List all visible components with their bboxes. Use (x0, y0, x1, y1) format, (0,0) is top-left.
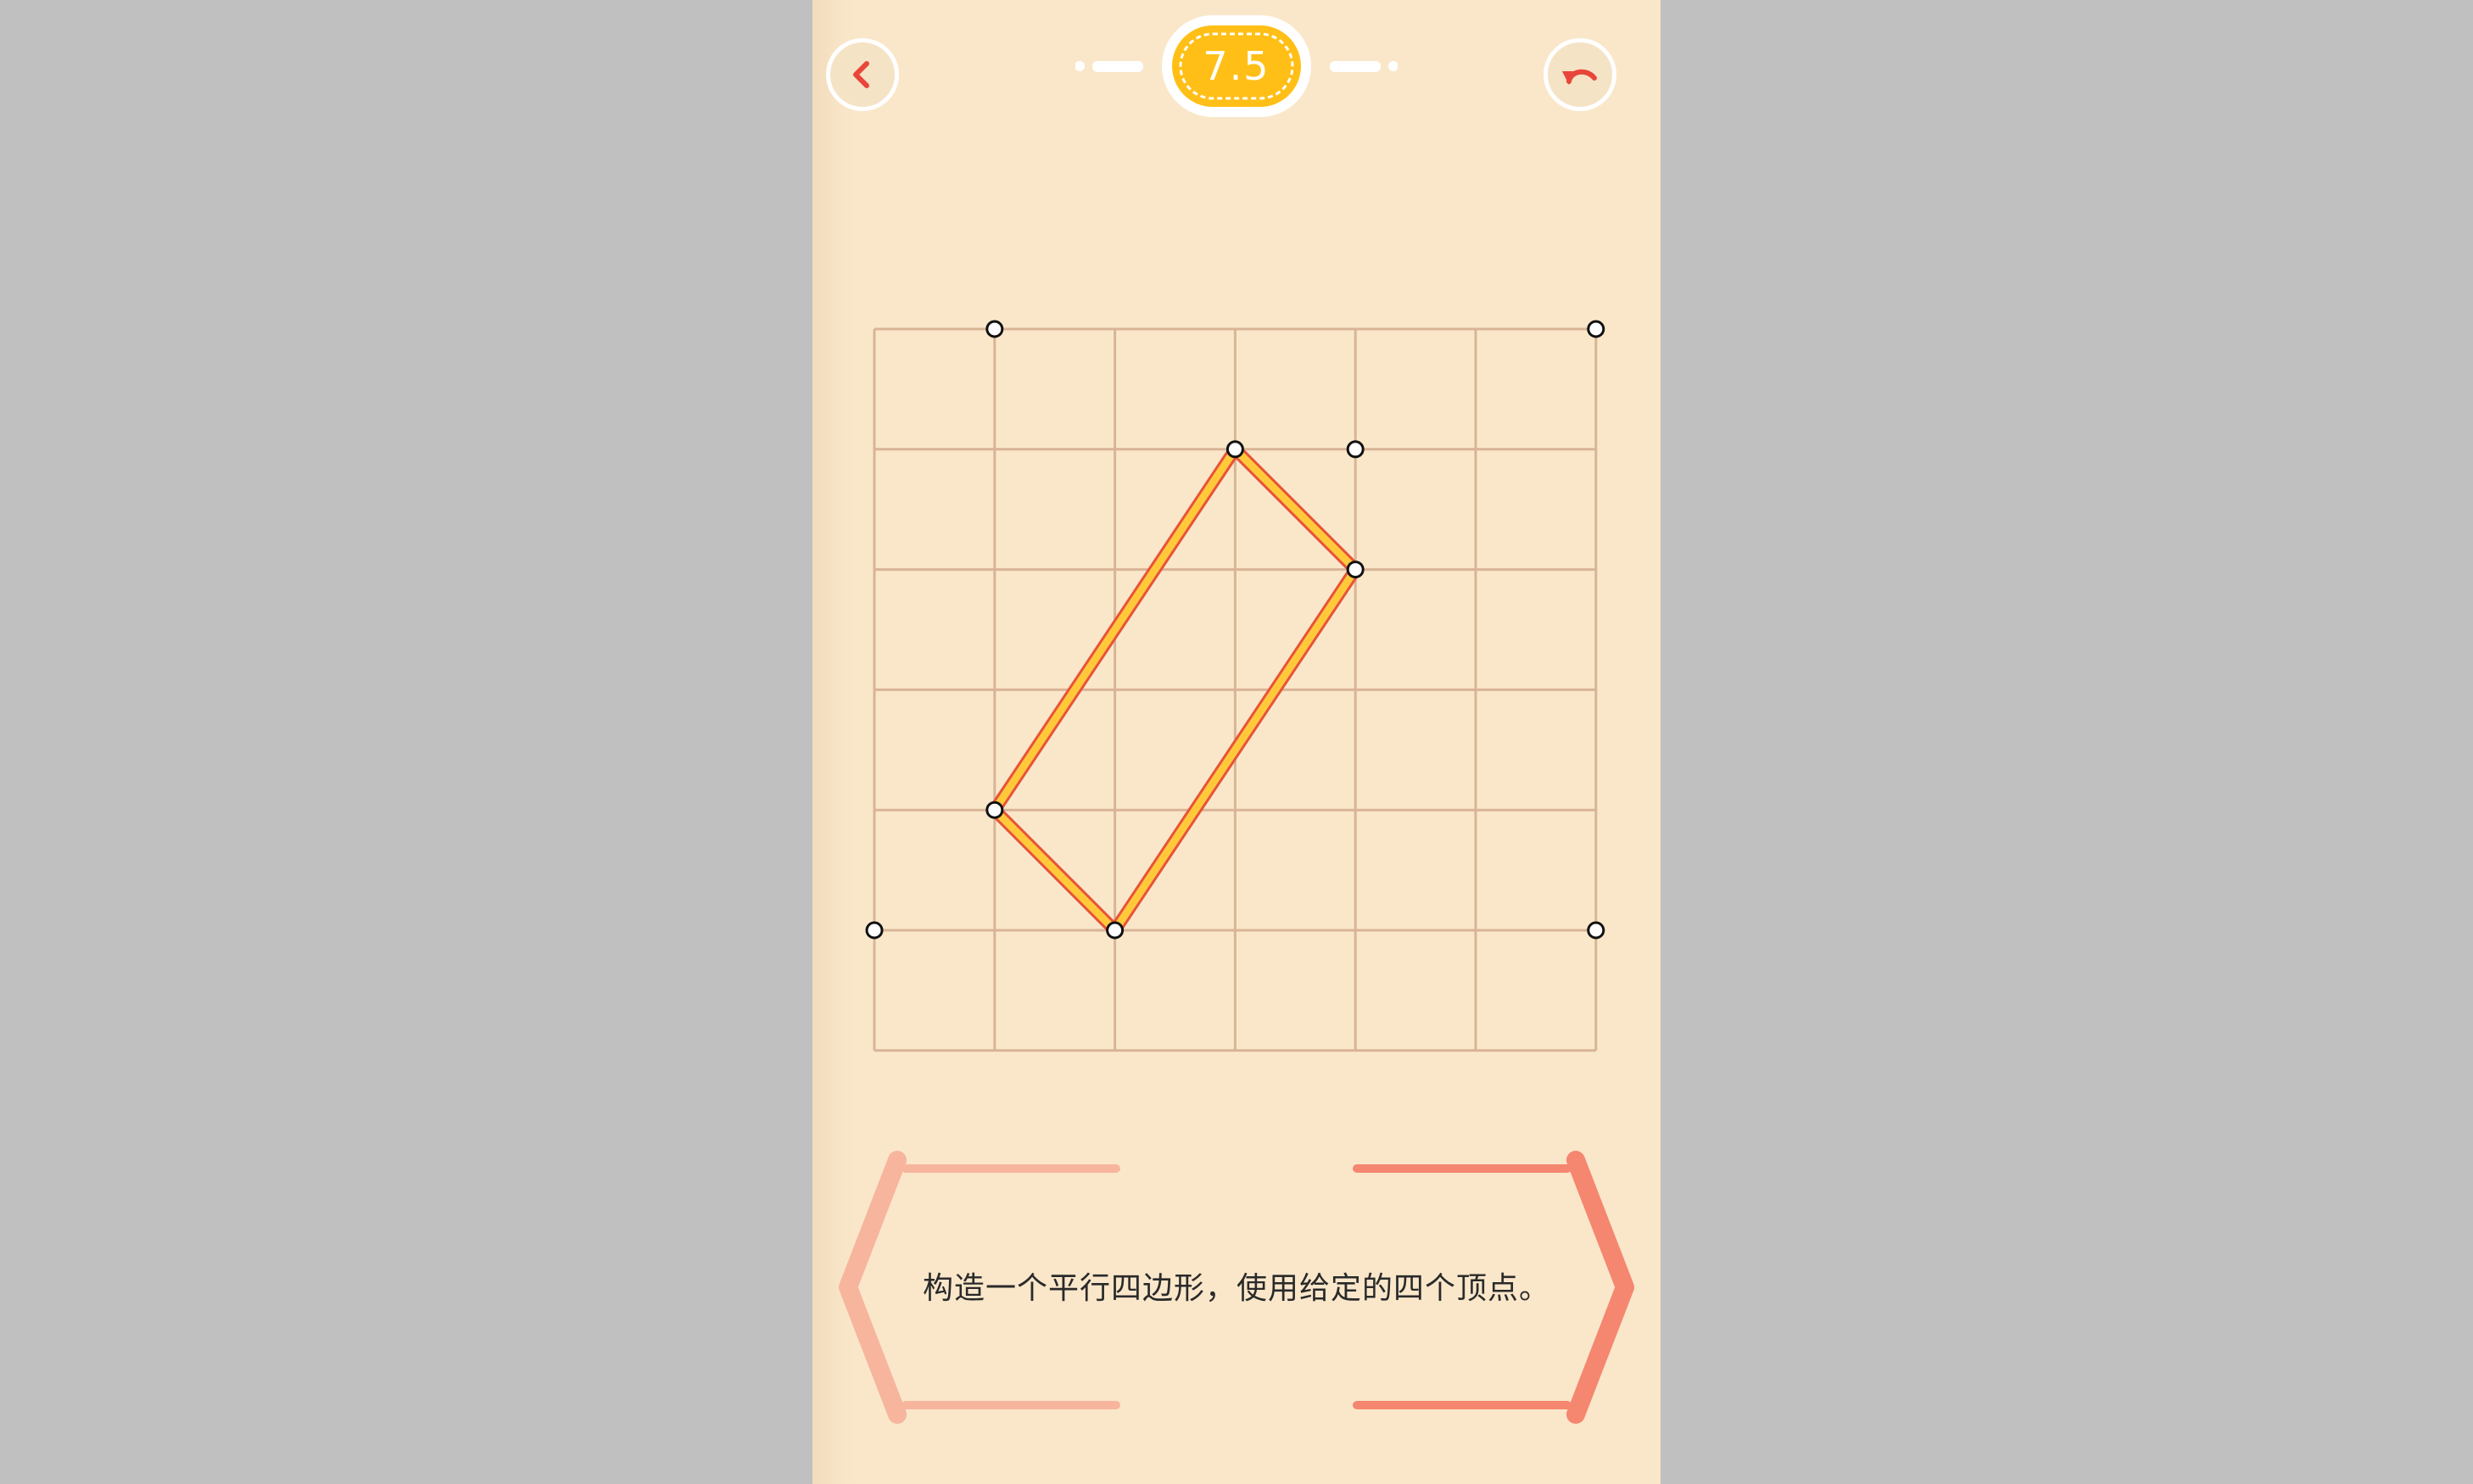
instruction-text: 构造一个平行四边形，使用给定的四个顶点。 (922, 1271, 1550, 1306)
game-screen: 7.5 构造一个平行四边形，使用给定的四个顶点。 (812, 0, 1661, 1484)
screen: 7.5 构造一个平行四边形，使用给定的四个顶点。 (0, 0, 2473, 1484)
instruction-frame (839, 1151, 1634, 1424)
